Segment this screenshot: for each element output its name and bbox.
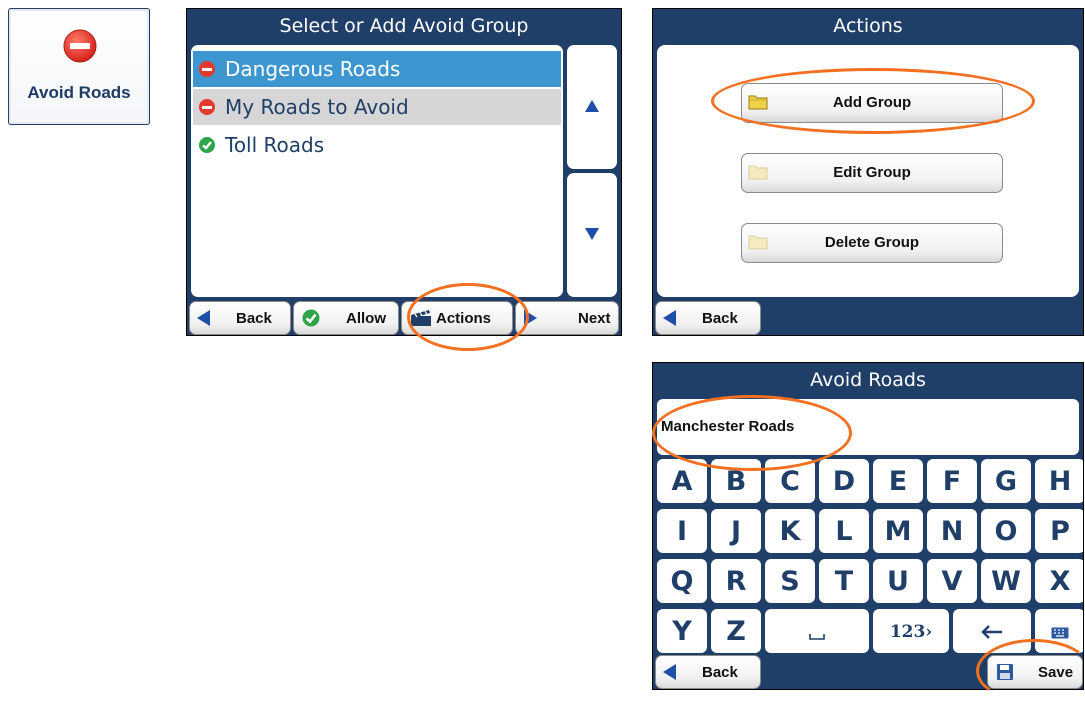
space-icon xyxy=(809,634,825,640)
back-arrow-icon xyxy=(663,310,676,326)
no-entry-icon xyxy=(63,29,97,63)
highlight-circle-actions xyxy=(407,283,529,351)
key-l[interactable]: L xyxy=(819,509,869,553)
highlight-circle-save xyxy=(976,639,1085,703)
list-item-label: My Roads to Avoid xyxy=(225,95,409,119)
allow-label: Allow xyxy=(346,310,386,327)
key-z[interactable]: Z xyxy=(711,609,761,653)
key-u[interactable]: U xyxy=(873,559,923,603)
list-item-label: Dangerous Roads xyxy=(225,57,401,81)
back-button[interactable]: Back xyxy=(189,301,291,335)
key-o[interactable]: O xyxy=(981,509,1031,553)
key-s[interactable]: S xyxy=(765,559,815,603)
key-h[interactable]: H xyxy=(1035,459,1083,503)
keyboard-icon xyxy=(1051,627,1069,639)
allow-check-icon xyxy=(199,137,215,153)
tile-label: Avoid Roads xyxy=(27,83,131,102)
actions-screen: Actions Add Group Edit Group Delete Grou… xyxy=(652,8,1084,336)
key-a[interactable]: A xyxy=(657,459,707,503)
scroll-down-button[interactable] xyxy=(567,173,617,297)
back-button[interactable]: Back xyxy=(655,655,761,689)
screen-title: Actions xyxy=(833,15,903,37)
key-m[interactable]: M xyxy=(873,509,923,553)
list-item-my-roads-to-avoid[interactable]: My Roads to Avoid xyxy=(193,89,561,125)
avoid-roads-tile[interactable]: Avoid Roads xyxy=(8,8,150,125)
key-w[interactable]: W xyxy=(981,559,1031,603)
key-t[interactable]: T xyxy=(819,559,869,603)
arrow-up-icon xyxy=(585,100,599,112)
edit-group-button[interactable]: Edit Group xyxy=(741,153,1003,193)
select-avoid-group-screen: Select or Add Avoid Group Dangerous Road… xyxy=(186,8,622,336)
key-d[interactable]: D xyxy=(819,459,869,503)
allow-button[interactable]: Allow xyxy=(293,301,399,335)
delete-group-label: Delete Group xyxy=(824,234,920,251)
next-label: Next xyxy=(578,310,611,327)
avoid-group-list: Dangerous Roads My Roads to Avoid Toll R… xyxy=(191,45,563,297)
key-f[interactable]: F xyxy=(927,459,977,503)
highlight-circle-add-group xyxy=(711,68,1035,134)
avoid-icon xyxy=(199,61,215,77)
next-button[interactable]: Next xyxy=(515,301,619,335)
edit-group-label: Edit Group xyxy=(833,164,911,181)
back-arrow-icon xyxy=(663,664,676,680)
key-n[interactable]: N xyxy=(927,509,977,553)
key-g[interactable]: G xyxy=(981,459,1031,503)
key-v[interactable]: V xyxy=(927,559,977,603)
key-numbers[interactable]: 123› xyxy=(873,609,949,653)
back-button[interactable]: Back xyxy=(655,301,761,335)
key-j[interactable]: J xyxy=(711,509,761,553)
key-q[interactable]: Q xyxy=(657,559,707,603)
back-label: Back xyxy=(702,310,738,327)
delete-group-button[interactable]: Delete Group xyxy=(741,223,1003,263)
allow-check-icon xyxy=(302,309,320,327)
scroll-up-button[interactable] xyxy=(567,45,617,169)
key-p[interactable]: P xyxy=(1035,509,1083,553)
back-label: Back xyxy=(236,310,272,327)
avoid-icon xyxy=(199,99,215,115)
backspace-arrow-icon xyxy=(981,625,1002,639)
key-i[interactable]: I xyxy=(657,509,707,553)
key-y[interactable]: Y xyxy=(657,609,707,653)
key-k[interactable]: K xyxy=(765,509,815,553)
arrow-down-icon xyxy=(585,228,599,240)
screen-title: Select or Add Avoid Group xyxy=(279,15,529,37)
list-item-toll-roads[interactable]: Toll Roads xyxy=(193,127,561,163)
key-x[interactable]: X xyxy=(1035,559,1083,603)
highlight-circle-input xyxy=(652,395,852,471)
key-r[interactable]: R xyxy=(711,559,761,603)
back-label: Back xyxy=(702,664,738,681)
key-e[interactable]: E xyxy=(873,459,923,503)
list-item-label: Toll Roads xyxy=(225,133,325,157)
key-space[interactable] xyxy=(765,609,869,653)
list-item-dangerous-roads[interactable]: Dangerous Roads xyxy=(193,51,561,87)
back-arrow-icon xyxy=(197,310,210,326)
